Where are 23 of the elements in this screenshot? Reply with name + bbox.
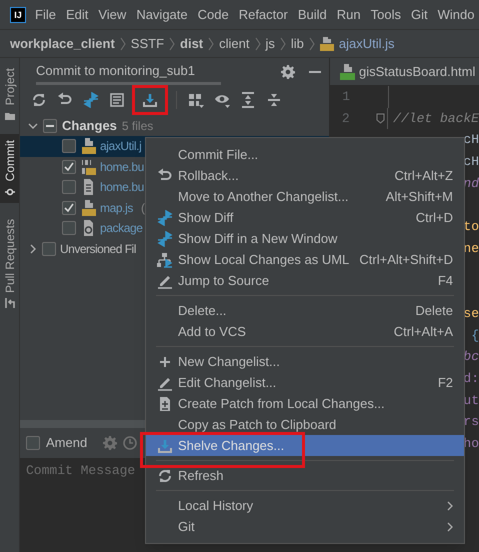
app-logo: IJ <box>10 6 26 22</box>
shortcut-text: Ctrl+D <box>416 208 453 227</box>
shortcut-text: Ctrl+Alt+Z <box>394 166 453 185</box>
file-name: ajaxUtil.j <box>100 138 142 156</box>
file-name: package <box>100 220 143 238</box>
shortcut-text: Delete <box>415 302 453 320</box>
line-number: 2 <box>340 110 350 128</box>
code-text: rs <box>463 413 479 432</box>
file-name: home.bu <box>100 179 144 196</box>
file-name: map.js <box>100 200 133 217</box>
shortcut-text: Alt+Shift+M <box>386 188 453 206</box>
file-path: ( <box>140 200 145 217</box>
file-count: 5 files <box>122 118 154 134</box>
line-number: 1 <box>341 88 350 106</box>
file-name: home.bu <box>100 158 144 176</box>
shortcut-text: Ctrl+Alt+A <box>394 322 453 341</box>
shortcut-text: F4 <box>438 272 453 290</box>
shortcut-text: Ctrl+Alt+Shift+D <box>359 250 453 269</box>
code-text: { <box>471 326 479 345</box>
code-text: to <box>463 218 479 236</box>
code-text: se <box>463 304 479 323</box>
shortcut-text: F2 <box>438 374 453 392</box>
code-text: //let backE <box>393 110 479 128</box>
